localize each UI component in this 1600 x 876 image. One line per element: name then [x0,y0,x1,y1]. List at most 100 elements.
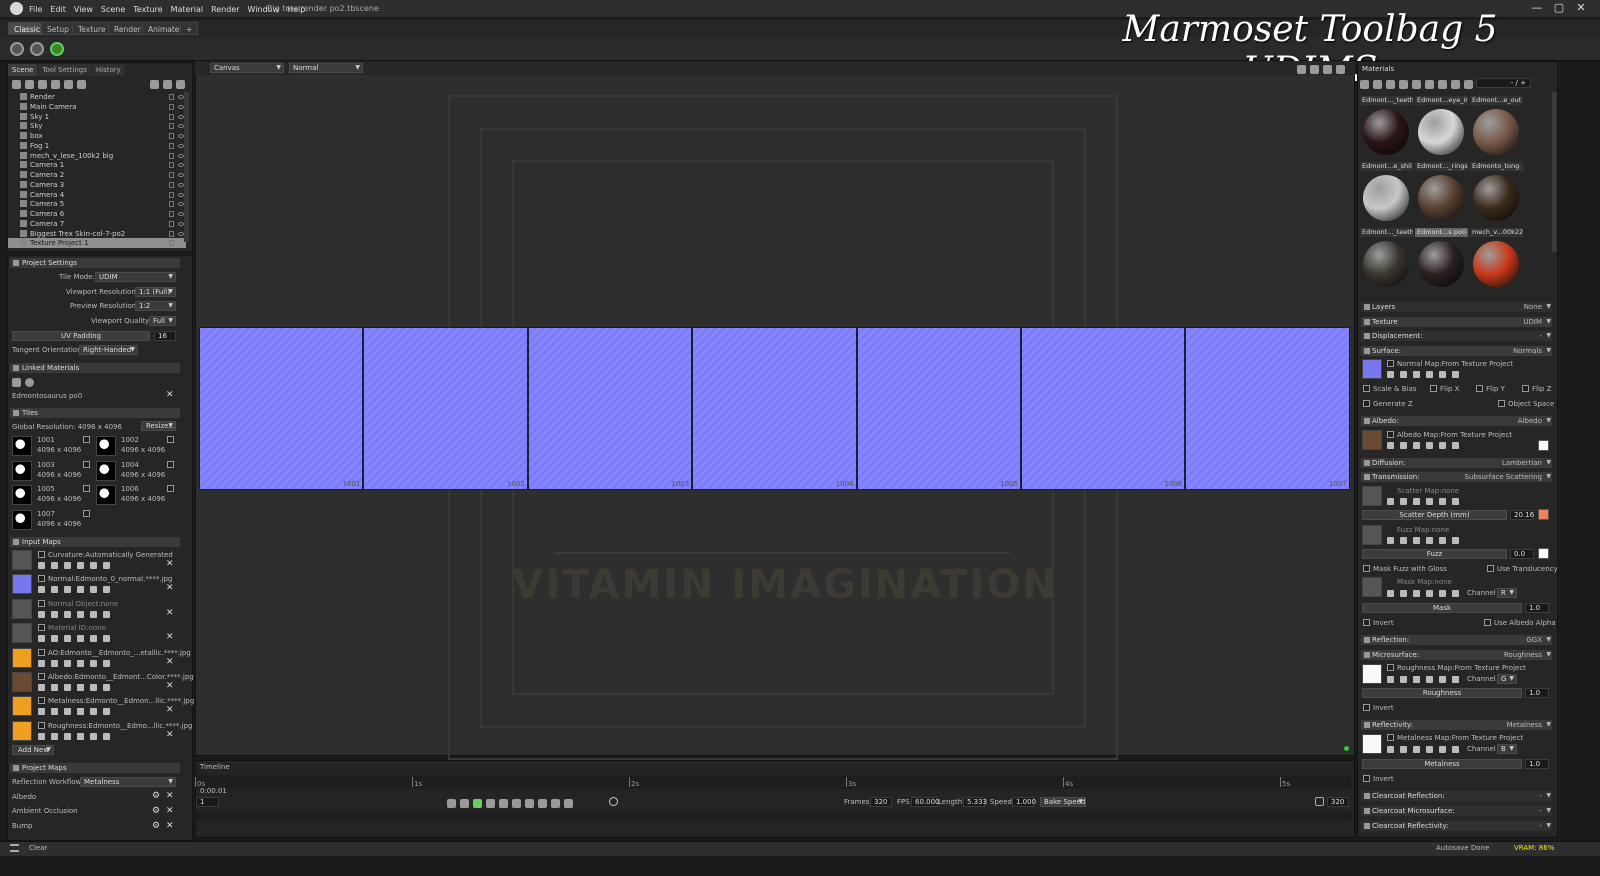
link-material-icon[interactable] [1386,79,1395,89]
scatter-depth-slider[interactable]: Scatter Depth (mm) [1362,510,1507,520]
refresh-icon[interactable] [1439,537,1446,544]
albedo-color-swatch[interactable] [1538,440,1549,451]
picker-icon[interactable] [64,635,71,643]
expand-icon[interactable] [1336,64,1345,74]
fuzz-map-thumb[interactable] [1362,525,1382,545]
close-icon[interactable] [1452,442,1459,449]
roughness-channel-select[interactable]: G [1497,674,1517,684]
input-map-thumb[interactable] [12,623,32,644]
mesh-icon[interactable] [51,79,60,89]
add-material-icon[interactable] [1360,79,1369,89]
normal-map-checkbox[interactable] [1387,360,1394,367]
delete-icon[interactable] [1412,79,1421,89]
lock-icon[interactable] [169,230,174,237]
workflow-select[interactable]: Metalness [80,777,176,787]
picker-icon[interactable] [64,562,71,569]
material-counter[interactable]: - / + [1476,78,1531,88]
frames-field[interactable]: 320 [870,797,892,807]
metalness-map-thumb[interactable] [1362,734,1382,754]
close-icon[interactable] [103,562,110,569]
section-microsurface[interactable]: Microsurface: Roughness [1361,650,1552,660]
refresh-icon[interactable] [90,684,97,691]
input-map-thumb[interactable] [12,550,32,570]
add-object-icon[interactable] [12,79,21,89]
metalness-map-checkbox[interactable] [1387,734,1394,741]
lock-icon[interactable] [169,94,174,100]
speed-icon[interactable] [609,797,618,806]
scale-bias-checkbox[interactable] [1363,385,1370,392]
lock-icon[interactable] [169,123,174,130]
refresh-icon[interactable] [90,635,97,643]
scene-scrollbar[interactable] [184,92,189,242]
metalness-slider[interactable]: Metalness [1362,759,1522,769]
scene-tree-item[interactable]: Camera 5 [8,199,186,209]
section-reflectivity[interactable]: Reflectivity: Metalness [1361,720,1552,730]
section-diffusion[interactable]: Diffusion: Lambertian [1361,458,1552,468]
project-map-bump[interactable]: Bump [12,822,33,830]
search-icon[interactable] [51,635,58,643]
clear-button[interactable]: Clear [29,844,47,852]
gear-icon[interactable] [1387,498,1394,505]
gear-icon[interactable] [38,659,45,667]
tab-tool-settings[interactable]: Tool Settings [38,64,91,76]
gear-icon[interactable] [38,684,45,691]
use-albedo-alpha-checkbox[interactable] [1484,619,1491,626]
lock-icon[interactable] [169,152,174,159]
refresh-icon[interactable] [1451,79,1460,89]
uv-padding-field[interactable]: 16 [154,331,176,341]
folder-icon[interactable] [1399,79,1408,89]
mask-map-thumb[interactable] [1362,577,1382,597]
shaded-mode-icon[interactable] [30,42,44,56]
settings-icon[interactable]: ⚙ [152,821,160,831]
tile-mode-select[interactable]: UDIM [95,272,176,282]
metalness-channel-select[interactable]: B [1497,744,1517,754]
menu-render[interactable]: Render [211,5,239,14]
remove-map-icon[interactable]: ✕ [166,608,174,618]
scene-tree-item[interactable]: Biggest Trex Skin-col-7-po2 [8,229,186,239]
pen-icon[interactable] [77,659,84,667]
input-map-checkbox[interactable] [38,697,45,705]
gear-icon[interactable] [1297,64,1306,74]
scene-tree-item[interactable]: Sky [8,121,186,131]
pen-icon[interactable] [77,610,84,618]
help-icon[interactable] [1464,79,1473,89]
lock-icon[interactable] [169,211,174,217]
camera-icon[interactable] [38,79,47,89]
scene-tree-item[interactable]: mech_v_lese_100k2 big [8,151,186,161]
search-icon[interactable] [1400,746,1407,753]
fps-field[interactable]: 60.000 [911,797,940,807]
metalness-field[interactable]: 1.0 [1525,759,1549,769]
clearcoat-reflectivity-row[interactable]: Clearcoat Reflectivity: - [1361,821,1552,831]
tab-setup[interactable]: Setup [41,22,75,35]
input-map-checkbox[interactable] [38,624,45,632]
input-map-thumb[interactable] [12,647,32,668]
delete-icon[interactable] [176,79,185,89]
move-icon[interactable] [1310,64,1319,74]
end-frame-field[interactable]: 320 [1327,797,1349,807]
scene-tree-item[interactable]: Texture Project 1 [8,238,186,249]
close-icon[interactable] [1452,371,1459,378]
scene-tree-item[interactable]: Camera 6 [8,209,186,219]
search-icon[interactable] [1400,590,1407,597]
close-icon[interactable]: ✕ [166,806,174,816]
close-icon[interactable] [103,586,110,594]
close-icon[interactable]: ✕ [166,791,174,801]
input-map-checkbox[interactable] [38,648,45,656]
remove-map-icon[interactable]: ✕ [166,681,174,691]
udim-tile[interactable]: 1002 [363,327,528,490]
pen-icon[interactable] [77,708,84,716]
roughness-field[interactable]: 1.0 [1525,688,1549,698]
search-icon[interactable] [51,732,58,740]
scene-tree-item[interactable]: Fog 1 [8,141,186,151]
close-icon[interactable] [1452,537,1459,544]
picker-icon[interactable] [1413,442,1420,449]
tile-lock-icon[interactable] [167,460,174,468]
speed-field[interactable]: 1.000 [1012,797,1036,807]
pen-icon[interactable] [77,732,84,740]
udim-tile[interactable]: 1003 [527,327,693,490]
scene-tree-item[interactable]: Camera 2 [8,170,186,180]
section-surface[interactable]: Surface: Normals [1361,346,1552,356]
input-map-thumb[interactable] [12,598,32,619]
tile-thumb[interactable] [12,509,32,530]
search-icon[interactable] [51,562,58,569]
